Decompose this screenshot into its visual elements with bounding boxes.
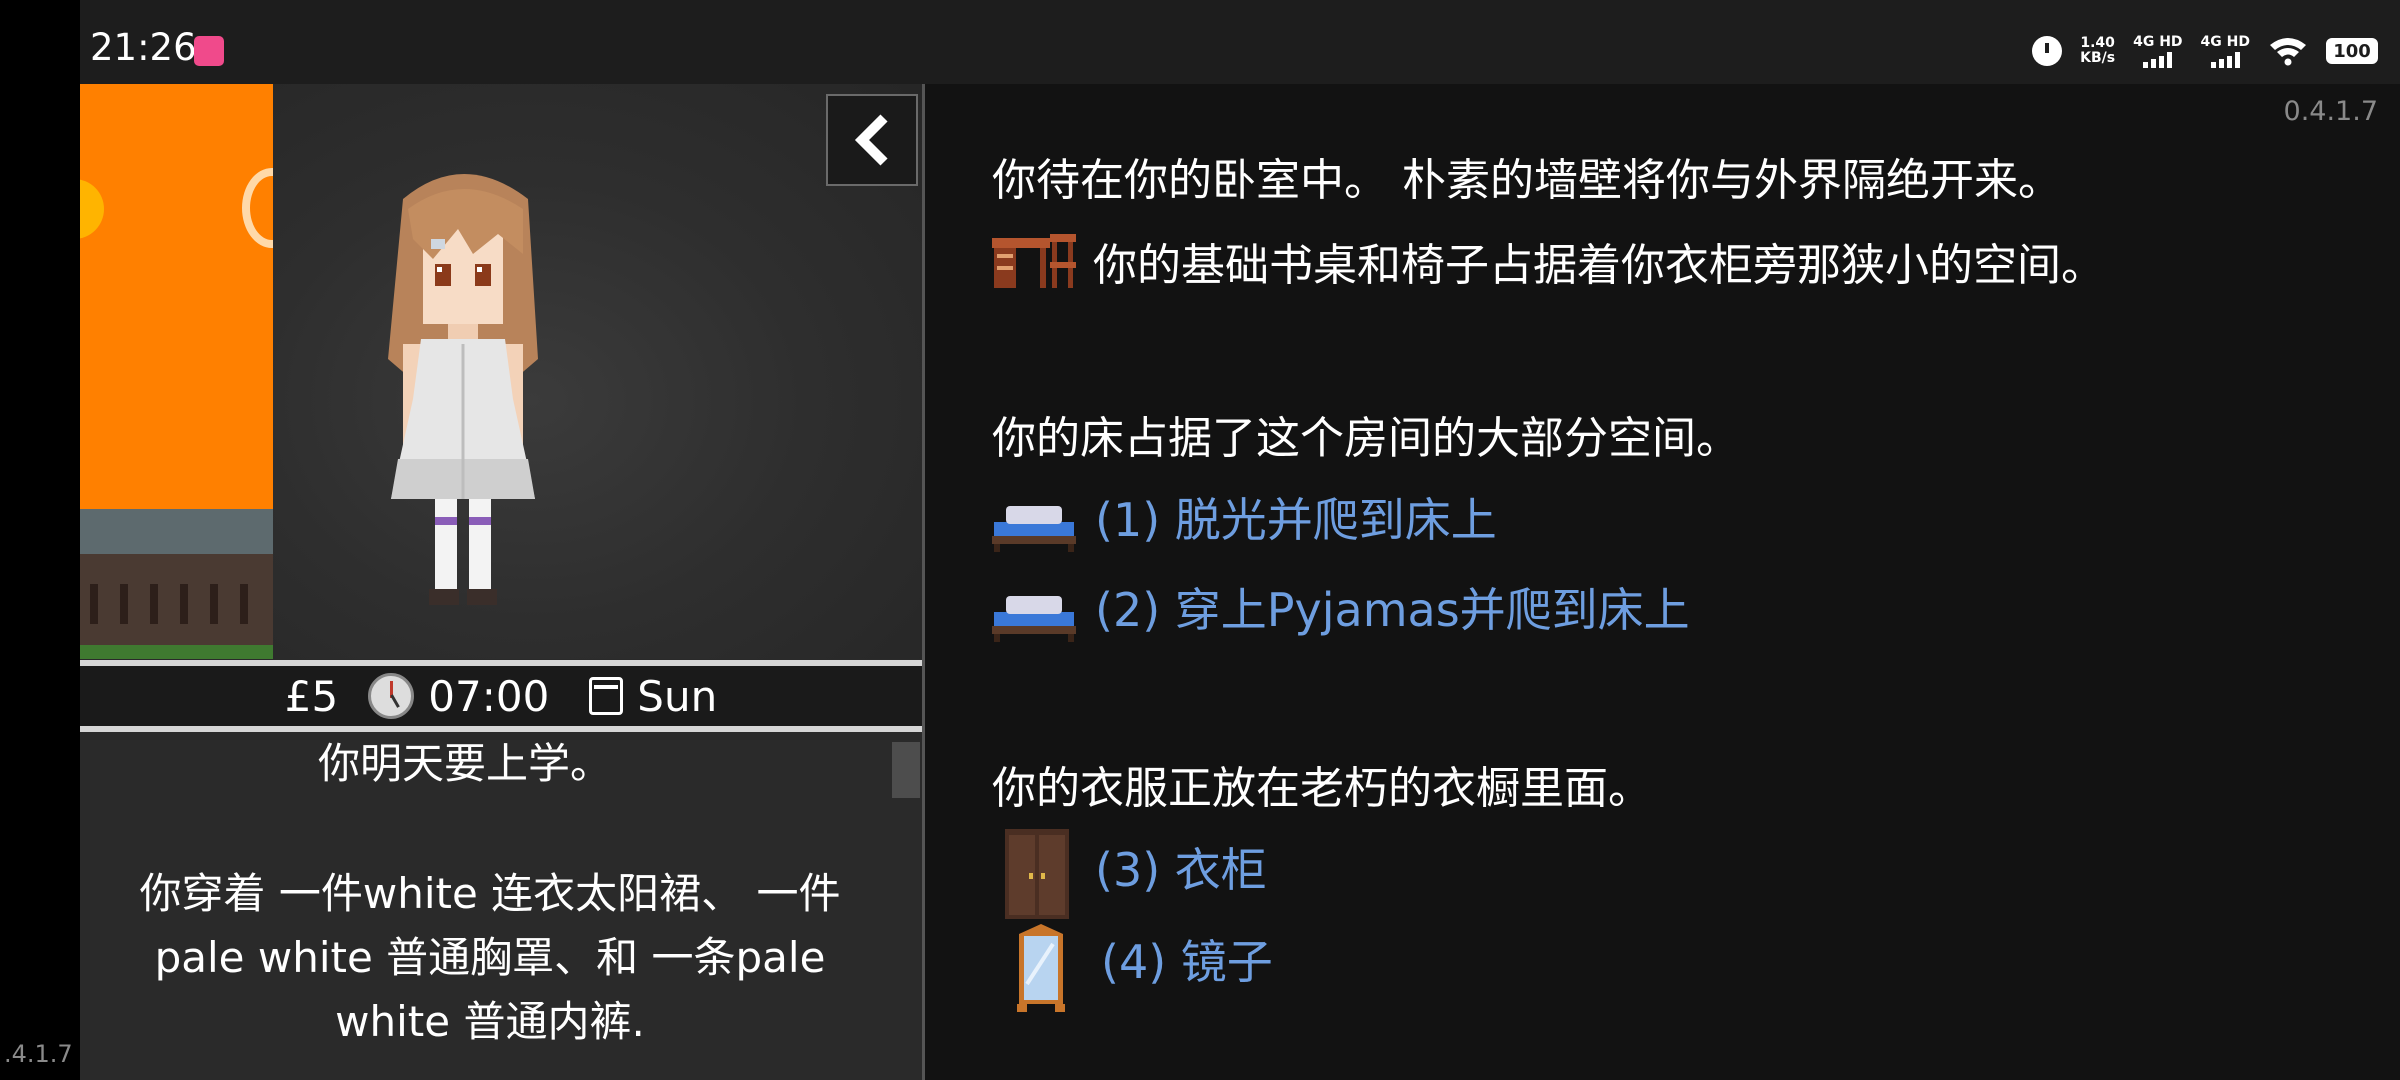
status-hud: £5 07:00 Sun	[80, 666, 922, 726]
option-wardrobe[interactable]: (3) 衣柜	[1095, 834, 1267, 900]
time-value: 07:00	[428, 671, 550, 721]
description-area: 你明天要上学。 你穿着 一件white 连衣太阳裙、 一件pale white …	[80, 732, 922, 1080]
wifi-icon	[2270, 38, 2306, 66]
bed-icon	[992, 506, 1076, 552]
money-value: £5	[284, 671, 339, 721]
scrollbar[interactable]	[892, 742, 920, 798]
desk-icon	[992, 234, 1076, 288]
back-button[interactable]	[826, 94, 918, 186]
window-scene	[80, 84, 273, 659]
status-time: 21:26	[90, 26, 197, 69]
option-mirror[interactable]: (4) 镜子	[1101, 926, 1273, 992]
signal-2-label: 4G HD	[2200, 34, 2250, 50]
status-bar: 21:26 1.40 KB/s 4G HD 4G HD 100	[80, 0, 2400, 84]
network-speed: 1.40 KB/s	[2080, 36, 2115, 66]
app-notification-icon	[194, 36, 224, 66]
chevron-left-icon	[854, 114, 888, 166]
bed-text: 你的床占据了这个房间的大部分空间。	[992, 413, 1740, 464]
version-label: .4.1.7	[4, 1040, 73, 1068]
desk-text: 你的基础书桌和椅子占据着你衣柜旁那狭小的空间。	[1093, 240, 2105, 291]
clothing-description: 你穿着 一件white 连衣太阳裙、 一件pale white 普通胸罩、和 一…	[139, 869, 841, 1046]
mirror-icon	[1017, 924, 1065, 1012]
action-undress-and-sleep[interactable]: (1) 脱光并爬到床上	[1095, 484, 1497, 550]
signal-bars-icon	[2143, 52, 2173, 68]
wardrobe-icon	[1005, 829, 1069, 919]
signal-2: 4G HD	[2201, 34, 2250, 68]
signal-bars-icon	[2210, 52, 2240, 68]
alarm-icon	[2032, 36, 2063, 66]
room-intro-text: 你待在你的卧室中。 朴素的墙壁将你与外界隔绝开来。	[992, 155, 2062, 206]
battery-icon: 100	[2326, 38, 2378, 64]
building-window	[120, 584, 128, 624]
building-window	[240, 584, 248, 624]
status-icons: 1.40 KB/s 4G HD 4G HD 100	[2032, 28, 2378, 74]
clothes-text: 你的衣服正放在老朽的衣橱里面。	[992, 763, 1652, 814]
network-speed-value: 1.40	[2080, 35, 2115, 51]
character-avatar	[388, 174, 538, 605]
grass	[80, 645, 273, 659]
signal-1-label: 4G HD	[2133, 34, 2183, 50]
building-roof	[80, 509, 273, 559]
action-pyjamas-and-sleep[interactable]: (2) 穿上Pyjamas并爬到床上	[1095, 574, 1690, 640]
sun-icon	[80, 179, 104, 239]
version-label: 0.4.1.7	[2283, 96, 2378, 127]
moon-icon	[242, 168, 273, 248]
day-value: Sun	[637, 671, 718, 721]
avatar-area	[273, 84, 922, 659]
signal-1: 4G HD	[2133, 34, 2183, 68]
left-panel: £5 07:00 Sun 你明天要上学。 你穿着 一件white 连衣太阳裙、 …	[80, 84, 922, 1080]
main-text-panel: 0.4.1.7 你待在你的卧室中。 朴素的墙壁将你与外界隔绝开来。 你的基础书桌…	[925, 84, 2400, 1080]
bed-icon	[992, 596, 1076, 642]
network-speed-unit: KB/s	[2080, 50, 2116, 66]
clock-icon	[368, 673, 415, 719]
calendar-icon	[589, 677, 624, 715]
school-reminder: 你明天要上学。	[317, 739, 612, 788]
building-window	[150, 584, 158, 624]
building-window	[180, 584, 188, 624]
building-window	[210, 584, 218, 624]
building-window	[90, 584, 98, 624]
